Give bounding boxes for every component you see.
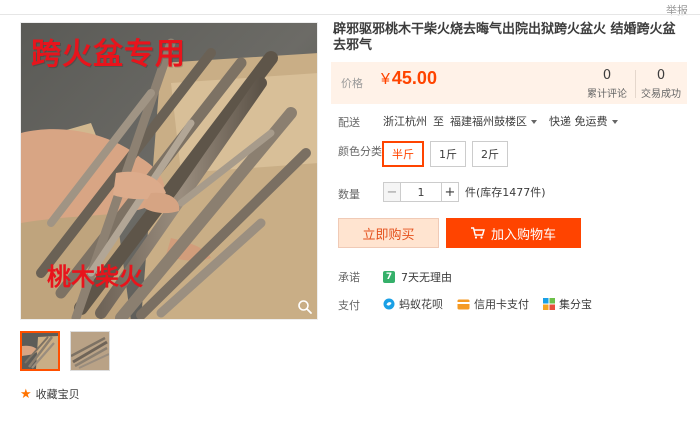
favorite-label: 收藏宝贝: [35, 388, 80, 401]
main-product-photo[interactable]: 跨火盆专用 桃木柴火: [20, 22, 318, 320]
ship-to-word: 至: [433, 115, 444, 128]
star-icon: ★: [20, 386, 32, 402]
sales-count: 0: [656, 68, 666, 83]
thumbnail-strip: [20, 331, 110, 371]
currency-symbol: ¥: [381, 71, 390, 88]
thumbnail-image: [22, 333, 58, 369]
buy-now-button[interactable]: 立即购买: [338, 218, 439, 248]
price-label: 价格: [341, 77, 363, 90]
destination-select[interactable]: 福建福州鼓楼区: [450, 113, 537, 129]
decrease-button[interactable]: −: [383, 182, 401, 202]
sales-label: 交易成功: [641, 89, 681, 100]
reviews-stat[interactable]: 0 累计评论: [581, 68, 633, 100]
ship-from: 浙江杭州: [383, 115, 427, 128]
shipping-method-value: 快递 免运费: [549, 115, 608, 128]
quantity-label: 数量: [338, 188, 360, 201]
photo-overlay-title: 跨火盆专用: [31, 37, 186, 72]
favorite-button[interactable]: ★ 收藏宝贝: [20, 386, 80, 402]
thumbnail-1[interactable]: [20, 331, 60, 371]
shipping-row: 浙江杭州 至 福建福州鼓楼区 快递 免运费: [383, 113, 618, 129]
credit-card-icon: [457, 299, 470, 309]
magnifier-icon[interactable]: [297, 299, 313, 315]
photo-overlay-caption: 桃木柴火: [47, 262, 143, 291]
payment-huabei[interactable]: 蚂蚁花呗: [383, 296, 443, 312]
sku-option-1-jin[interactable]: 1斤: [430, 141, 466, 167]
thumbnail-image: [71, 332, 109, 370]
reviews-label: 累计评论: [587, 89, 627, 100]
destination-value: 福建福州鼓楼区: [450, 115, 527, 128]
payment-jifenbao[interactable]: 集分宝: [543, 296, 592, 312]
chevron-down-icon: [531, 120, 537, 124]
quantity-input[interactable]: 1: [401, 182, 441, 202]
promise-row: 7 7天无理由: [383, 269, 452, 285]
promise-text[interactable]: 7天无理由: [401, 269, 452, 285]
add-to-cart-label: 加入购物车: [490, 227, 556, 243]
stock-text: 件(库存1477件): [465, 186, 546, 199]
thumbnail-2[interactable]: [70, 331, 110, 371]
payment-methods: 蚂蚁花呗 信用卡支付 集分宝: [383, 296, 592, 312]
cart-icon: [470, 227, 485, 239]
shipping-label: 配送: [338, 116, 360, 129]
payment-huabei-label: 蚂蚁花呗: [399, 298, 443, 311]
promise-label: 承诺: [338, 271, 360, 284]
price-panel: 价格 ¥45.00 0 累计评论 0 交易成功: [331, 62, 687, 104]
increase-button[interactable]: +: [441, 182, 459, 202]
add-to-cart-button[interactable]: 加入购物车: [446, 218, 581, 248]
jifenbao-icon: [543, 298, 555, 310]
report-link[interactable]: 举报: [666, 2, 688, 18]
sku-option-2-jin[interactable]: 2斤: [472, 141, 508, 167]
product-title: 辟邪驱邪桃木干柴火烧去晦气出院出狱跨火盆火 结婚跨火盆去邪气: [333, 22, 676, 53]
sales-stat: 0 交易成功: [635, 68, 687, 100]
payment-credit-card[interactable]: 信用卡支付: [457, 296, 529, 312]
quantity-stepper: − 1 + 件(库存1477件): [383, 182, 546, 202]
sku-option-half-jin[interactable]: 半斤: [382, 141, 424, 167]
top-divider: [0, 14, 700, 15]
price-amount: 45.00: [391, 68, 437, 88]
seven-day-icon: 7: [383, 271, 395, 283]
payment-credit-card-label: 信用卡支付: [474, 298, 529, 311]
shipping-method-select[interactable]: 快递 免运费: [549, 113, 618, 129]
huabei-icon: [383, 298, 395, 310]
sku-label: 颜色分类: [338, 145, 382, 158]
price-value: ¥45.00: [381, 68, 437, 89]
payment-label: 支付: [338, 299, 360, 312]
reviews-count: 0: [602, 68, 612, 83]
sku-options: 半斤 1斤 2斤: [382, 141, 508, 167]
chevron-down-icon: [611, 120, 618, 124]
payment-jifenbao-label: 集分宝: [559, 298, 592, 311]
